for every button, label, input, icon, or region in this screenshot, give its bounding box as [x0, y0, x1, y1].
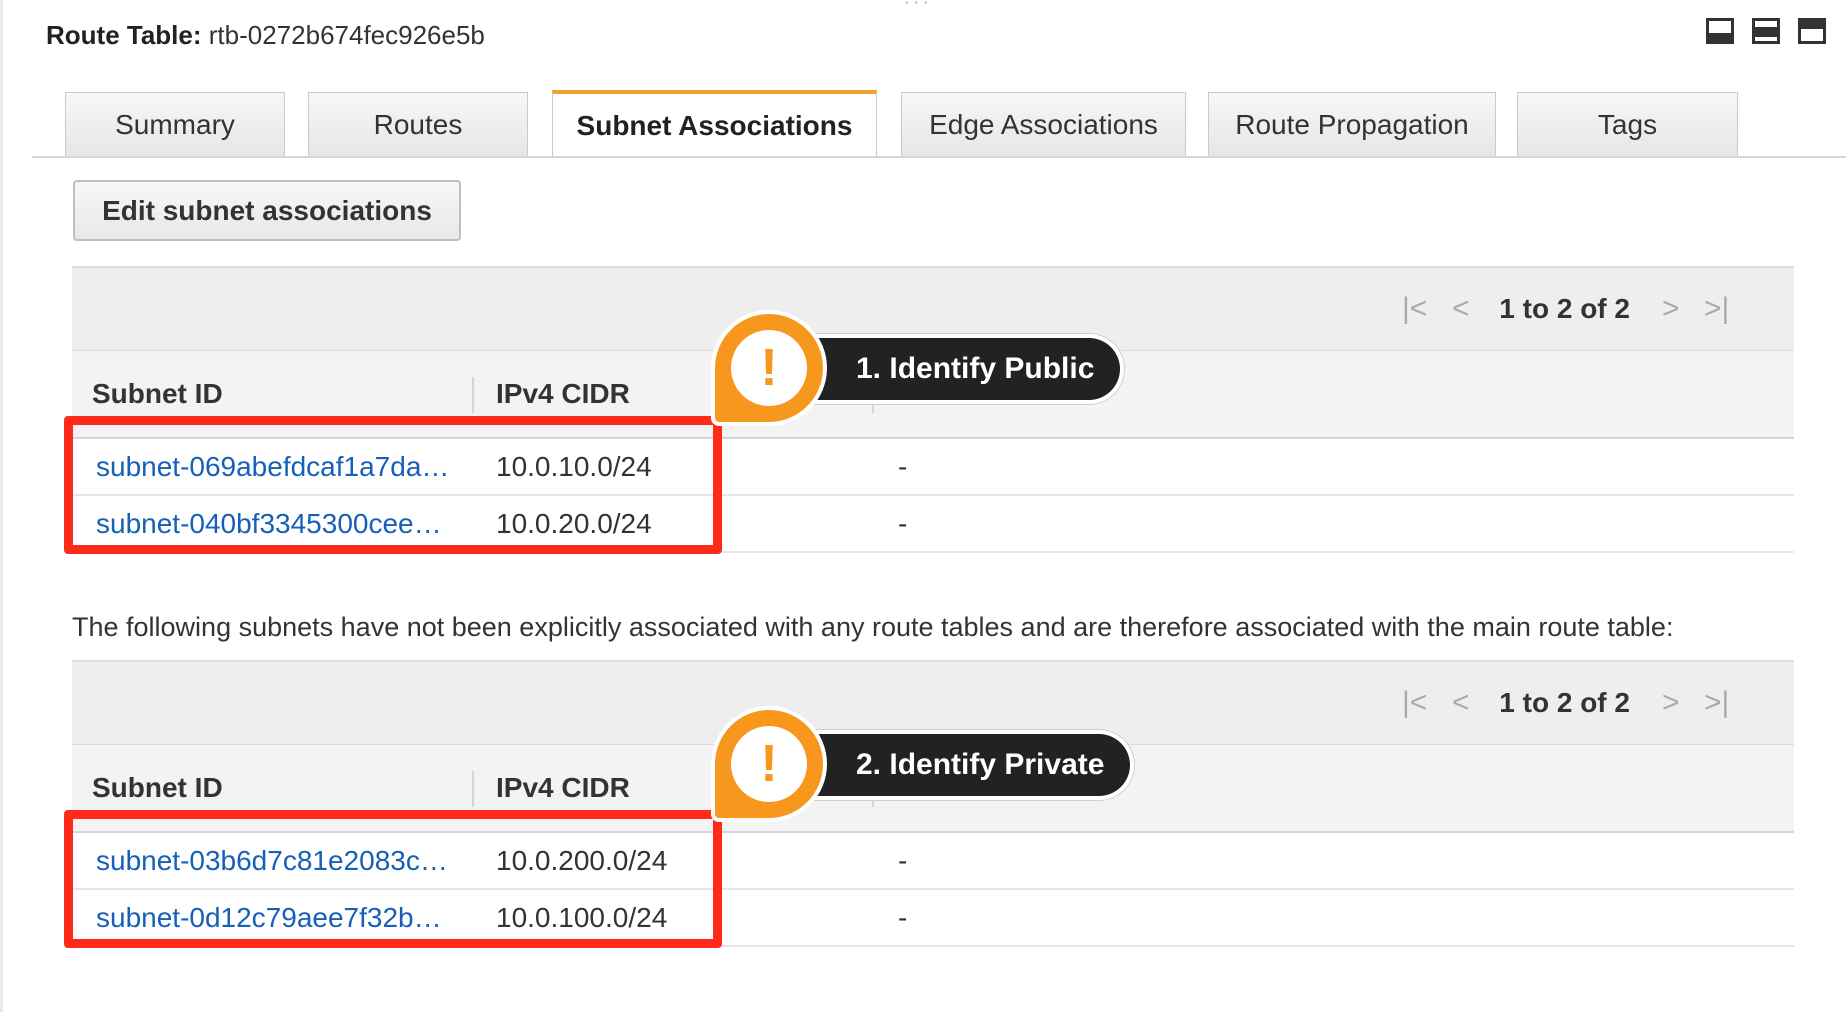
route-table-id: rtb-0272b674fec926e5b	[208, 20, 485, 50]
tabs-divider	[32, 156, 1846, 158]
main-route-table-note: The following subnets have not been expl…	[72, 612, 1674, 642]
prev-page-icon[interactable]: <	[1452, 662, 1470, 744]
dock-middle-icon[interactable]	[1752, 18, 1780, 44]
page-title: Route Table: rtb-0272b674fec926e5b	[46, 18, 485, 52]
tab-routes[interactable]: Routes	[308, 92, 528, 156]
ipv6-cidr-value: -	[898, 844, 908, 876]
edit-subnet-associations-button[interactable]: Edit subnet associations	[73, 180, 461, 241]
window-left-border	[0, 0, 3, 1012]
column-divider[interactable]	[472, 377, 474, 413]
next-page-icon[interactable]: >	[1662, 662, 1680, 744]
drag-handle[interactable]: •••	[905, 0, 945, 9]
tab-tags[interactable]: Tags	[1517, 92, 1738, 156]
title-label: Route Table:	[46, 20, 202, 50]
callout-identify-public: 1. Identify Public	[812, 338, 1121, 400]
column-divider[interactable]	[472, 771, 474, 807]
first-page-icon[interactable]: |<	[1402, 662, 1427, 744]
ipv6-cidr-value: -	[898, 901, 908, 933]
public-subnets-highlight	[64, 416, 722, 554]
callout-marker: !	[715, 314, 823, 422]
prev-page-icon[interactable]: <	[1452, 268, 1470, 350]
tab-subnet-associations[interactable]: Subnet Associations	[552, 90, 877, 158]
table-pager: |< < 1 to 2 of 2 > >|	[72, 660, 1794, 744]
next-page-icon[interactable]: >	[1662, 268, 1680, 350]
callout-identify-private: 2. Identify Private	[812, 734, 1131, 796]
exclamation-icon: !	[731, 726, 807, 802]
last-page-icon[interactable]: >|	[1704, 268, 1729, 350]
last-page-icon[interactable]: >|	[1704, 662, 1729, 744]
dock-top-icon[interactable]	[1798, 18, 1826, 44]
ipv6-cidr-value: -	[898, 507, 908, 539]
tab-route-propagation[interactable]: Route Propagation	[1208, 92, 1496, 156]
exclamation-icon: !	[731, 330, 807, 406]
ipv6-cidr-value: -	[898, 450, 908, 482]
pager-range: 1 to 2 of 2	[1499, 687, 1630, 718]
dock-bottom-icon[interactable]	[1706, 18, 1734, 44]
private-subnets-highlight	[64, 810, 722, 948]
panel-layout-controls	[1706, 18, 1826, 44]
tab-summary[interactable]: Summary	[65, 92, 285, 156]
callout-marker: !	[715, 710, 823, 818]
tab-edge-associations[interactable]: Edge Associations	[901, 92, 1186, 156]
first-page-icon[interactable]: |<	[1402, 268, 1427, 350]
pager-range: 1 to 2 of 2	[1499, 293, 1630, 324]
